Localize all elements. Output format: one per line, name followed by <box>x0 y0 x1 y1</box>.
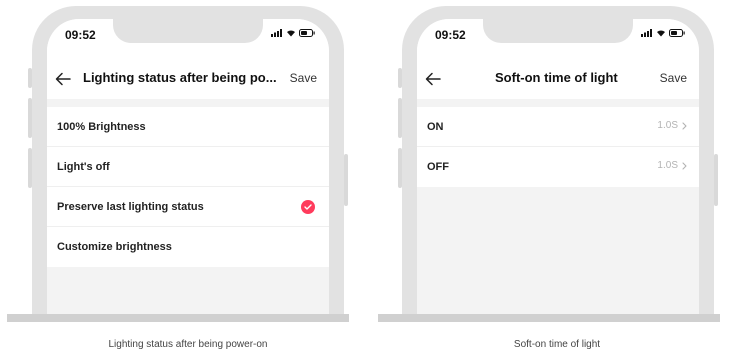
back-arrow-icon <box>55 72 71 86</box>
soft-on-row-off[interactable]: OFF 1.0S <box>417 147 699 187</box>
status-time: 09:52 <box>65 28 96 42</box>
option-full-brightness[interactable]: 100% Brightness <box>47 107 329 147</box>
save-button[interactable]: Save <box>290 71 317 85</box>
option-label: 100% Brightness <box>57 120 146 133</box>
battery-icon <box>669 29 685 37</box>
option-customize-brightness[interactable]: Customize brightness <box>47 227 329 267</box>
back-arrow-icon <box>425 72 441 86</box>
row-label: ON <box>427 120 444 133</box>
status-time: 09:52 <box>435 28 466 42</box>
phone-screen-right: 09:52 Soft-on time of light Save ON 1.0S <box>417 19 699 322</box>
row-value-text: 1.0S <box>657 160 678 171</box>
cellular-signal-icon <box>641 29 652 37</box>
option-preserve-last-status[interactable]: Preserve last lighting status <box>47 187 329 227</box>
phone-base-shadow <box>7 314 349 322</box>
status-icons <box>271 29 315 37</box>
phone-base-shadow <box>378 314 720 322</box>
back-button[interactable] <box>53 70 73 88</box>
nav-bar: Soft-on time of light Save <box>417 59 699 99</box>
phone-side-button <box>344 154 348 206</box>
section-gap <box>47 99 329 107</box>
phone-side-button <box>714 154 718 206</box>
battery-icon <box>299 29 315 37</box>
phone-side-button <box>398 98 402 138</box>
section-gap <box>417 99 699 107</box>
soft-on-time-list: ON 1.0S OFF 1.0S <box>417 107 699 187</box>
option-label: Light's off <box>57 160 110 173</box>
phone-frame-right: 09:52 Soft-on time of light Save ON 1.0S <box>398 6 718 322</box>
row-value: 1.0S <box>657 120 687 131</box>
status-bar: 09:52 <box>417 19 699 59</box>
phone-side-button <box>28 148 32 188</box>
option-label: Customize brightness <box>57 241 172 253</box>
row-value: 1.0S <box>657 160 687 171</box>
caption-right: Soft-on time of light <box>513 339 601 350</box>
chevron-right-icon <box>682 121 687 130</box>
wifi-icon <box>657 30 665 37</box>
page-title: Soft-on time of light <box>495 70 618 85</box>
row-label: OFF <box>427 161 449 173</box>
nav-bar: Lighting status after being po... Save <box>47 59 329 99</box>
phone-side-button <box>398 68 402 88</box>
chevron-right-icon <box>682 161 687 170</box>
caption-left: Lighting status after being power-on <box>108 339 268 350</box>
status-icons <box>641 29 685 37</box>
option-light-off[interactable]: Light's off <box>47 147 329 187</box>
soft-on-row-on[interactable]: ON 1.0S <box>417 107 699 147</box>
phone-notch <box>113 19 263 43</box>
cellular-signal-icon <box>271 29 282 37</box>
wifi-icon <box>287 30 295 37</box>
back-button[interactable] <box>423 70 443 88</box>
page-title: Lighting status after being po... <box>83 70 277 85</box>
phone-side-button <box>398 148 402 188</box>
power-on-status-list: 100% Brightness Light's off Preserve las… <box>47 107 329 267</box>
phone-notch <box>483 19 633 43</box>
status-bar: 09:52 <box>47 19 329 59</box>
phone-frame-left: 09:52 Lighting status after being po... … <box>28 6 348 322</box>
phone-side-button <box>28 68 32 88</box>
save-button[interactable]: Save <box>660 71 687 85</box>
checkmark-icon <box>304 204 312 210</box>
selected-check <box>301 200 315 214</box>
option-label: Preserve last lighting status <box>57 200 204 213</box>
phone-screen-left: 09:52 Lighting status after being po... … <box>47 19 329 322</box>
phone-side-button <box>28 98 32 138</box>
row-value-text: 1.0S <box>657 120 678 131</box>
